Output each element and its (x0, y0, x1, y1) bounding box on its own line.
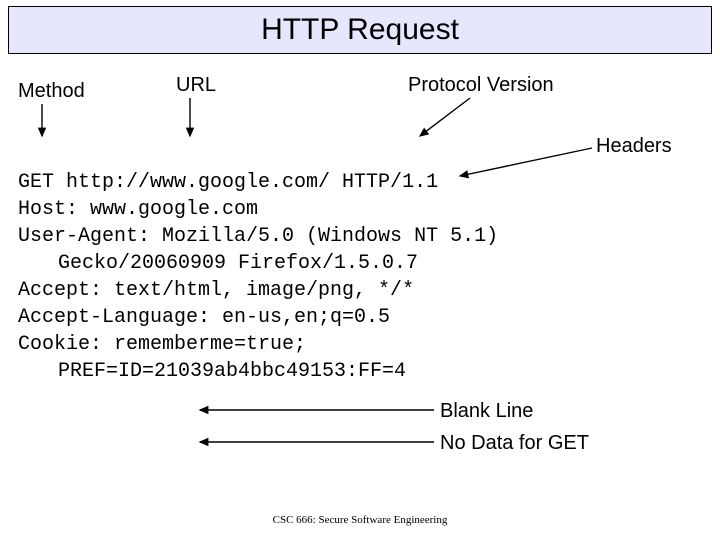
slide-footer: CSC 666: Secure Software Engineering (0, 514, 720, 526)
label-url: URL (176, 74, 216, 97)
code-line-2: Host: www.google.com (18, 198, 258, 221)
code-line-5: Accept-Language: en-us,en;q=0.5 (18, 306, 390, 329)
title-bar: HTTP Request (8, 6, 712, 54)
label-no-data: No Data for GET (440, 432, 589, 455)
code-line-3b: Gecko/20060909 Firefox/1.5.0.7 (18, 250, 702, 277)
label-method: Method (18, 80, 85, 103)
label-protocol: Protocol Version (408, 74, 554, 97)
label-blank-line: Blank Line (440, 400, 533, 423)
code-line-3: User-Agent: Mozilla/5.0 (Windows NT 5.1) (18, 225, 498, 248)
code-line-4: Accept: text/html, image/png, */* (18, 279, 414, 302)
code-line-6: Cookie: rememberme=true; (18, 333, 306, 356)
http-request-code: GET http://www.google.com/ HTTP/1.1 Host… (18, 142, 702, 385)
slide-title: HTTP Request (261, 13, 459, 47)
arrow-protocol (420, 98, 470, 136)
code-line-1: GET http://www.google.com/ HTTP/1.1 (18, 171, 438, 194)
code-line-6b: PREF=ID=21039ab4bbc49153:FF=4 (18, 358, 702, 385)
